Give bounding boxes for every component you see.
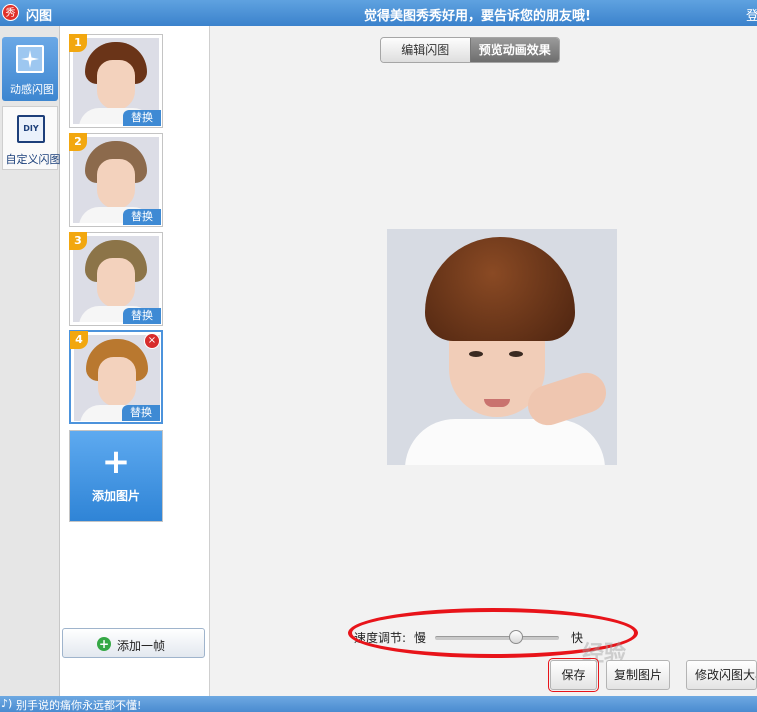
preview-mouth: [484, 399, 510, 407]
frame-number-badge: 1: [69, 34, 87, 52]
diy-icon: DIY: [17, 115, 45, 143]
view-toggle: 编辑闪图 预览动画效果: [380, 37, 560, 63]
frame-face: [97, 159, 135, 209]
delete-frame-icon[interactable]: ×: [144, 333, 160, 349]
replace-button[interactable]: 替换: [123, 308, 161, 324]
plus-icon: +: [101, 442, 131, 482]
save-button[interactable]: 保存: [548, 658, 599, 692]
frame-face: [98, 357, 136, 407]
status-bar: ♪) 别手说的痛你永远都不懂!: [0, 696, 757, 712]
app-logo: 秀: [2, 4, 19, 21]
add-image-button[interactable]: + 添加图片: [69, 430, 163, 522]
main-area: 编辑闪图 预览动画效果 速度调节: 慢 快 经验 保存 复制图片 修改闪图大小: [210, 26, 757, 696]
add-frame-button[interactable]: + 添加一帧: [62, 628, 205, 658]
frame-number-badge: 2: [69, 133, 87, 151]
replace-button[interactable]: 替换: [123, 209, 161, 225]
mode-tab-custom[interactable]: DIY 自定义闪图: [2, 106, 61, 170]
title-bar: 秀 闪图 觉得美图秀秀好用，要告诉您的朋友哦! 登: [0, 0, 757, 26]
replace-button[interactable]: 替换: [123, 110, 161, 126]
mode-tab-dynamic[interactable]: 动感闪图: [2, 37, 58, 101]
frame-face: [97, 258, 135, 308]
animation-preview-image: [387, 229, 617, 465]
preview-hair: [425, 237, 575, 341]
frame-number-badge: 4: [70, 331, 88, 349]
preview-eye: [509, 351, 523, 357]
frame-face: [97, 60, 135, 110]
preview-eye: [469, 351, 483, 357]
sound-icon: ♪): [1, 697, 13, 710]
window-title: 闪图: [26, 9, 53, 24]
replace-button[interactable]: 替换: [122, 405, 160, 421]
status-text: 别手说的痛你永远都不懂!: [16, 699, 142, 712]
copy-image-button[interactable]: 复制图片: [606, 660, 670, 690]
frames-panel: 1 替换 2 替换 3 替换 4 × 替换 + 添加图片 + 添加一帧: [60, 26, 210, 696]
mode-sidebar: 动感闪图 DIY 自定义闪图: [0, 26, 61, 696]
tab-edit[interactable]: 编辑闪图: [381, 38, 470, 62]
mode-tab-label: 自定义闪图: [5, 153, 61, 166]
frame-number-badge: 3: [69, 232, 87, 250]
login-link[interactable]: 登: [746, 5, 757, 24]
resize-button[interactable]: 修改闪图大小: [686, 660, 757, 690]
slogan-text: 觉得美图秀秀好用，要告诉您的朋友哦!: [364, 9, 591, 24]
sparkle-icon: [16, 45, 44, 73]
frame-thumbnail[interactable]: 2 替换: [69, 133, 163, 227]
frame-thumbnail[interactable]: 3 替换: [69, 232, 163, 326]
add-image-label: 添加图片: [91, 489, 140, 503]
preview-shirt: [405, 419, 605, 465]
add-frame-label: 添加一帧: [117, 639, 166, 653]
frame-thumbnail-selected[interactable]: 4 × 替换: [69, 330, 163, 424]
frame-thumbnail[interactable]: 1 替换: [69, 34, 163, 128]
tab-preview[interactable]: 预览动画效果: [469, 38, 559, 62]
mode-tab-label: 动感闪图: [10, 83, 54, 96]
add-circle-icon: +: [97, 637, 111, 651]
